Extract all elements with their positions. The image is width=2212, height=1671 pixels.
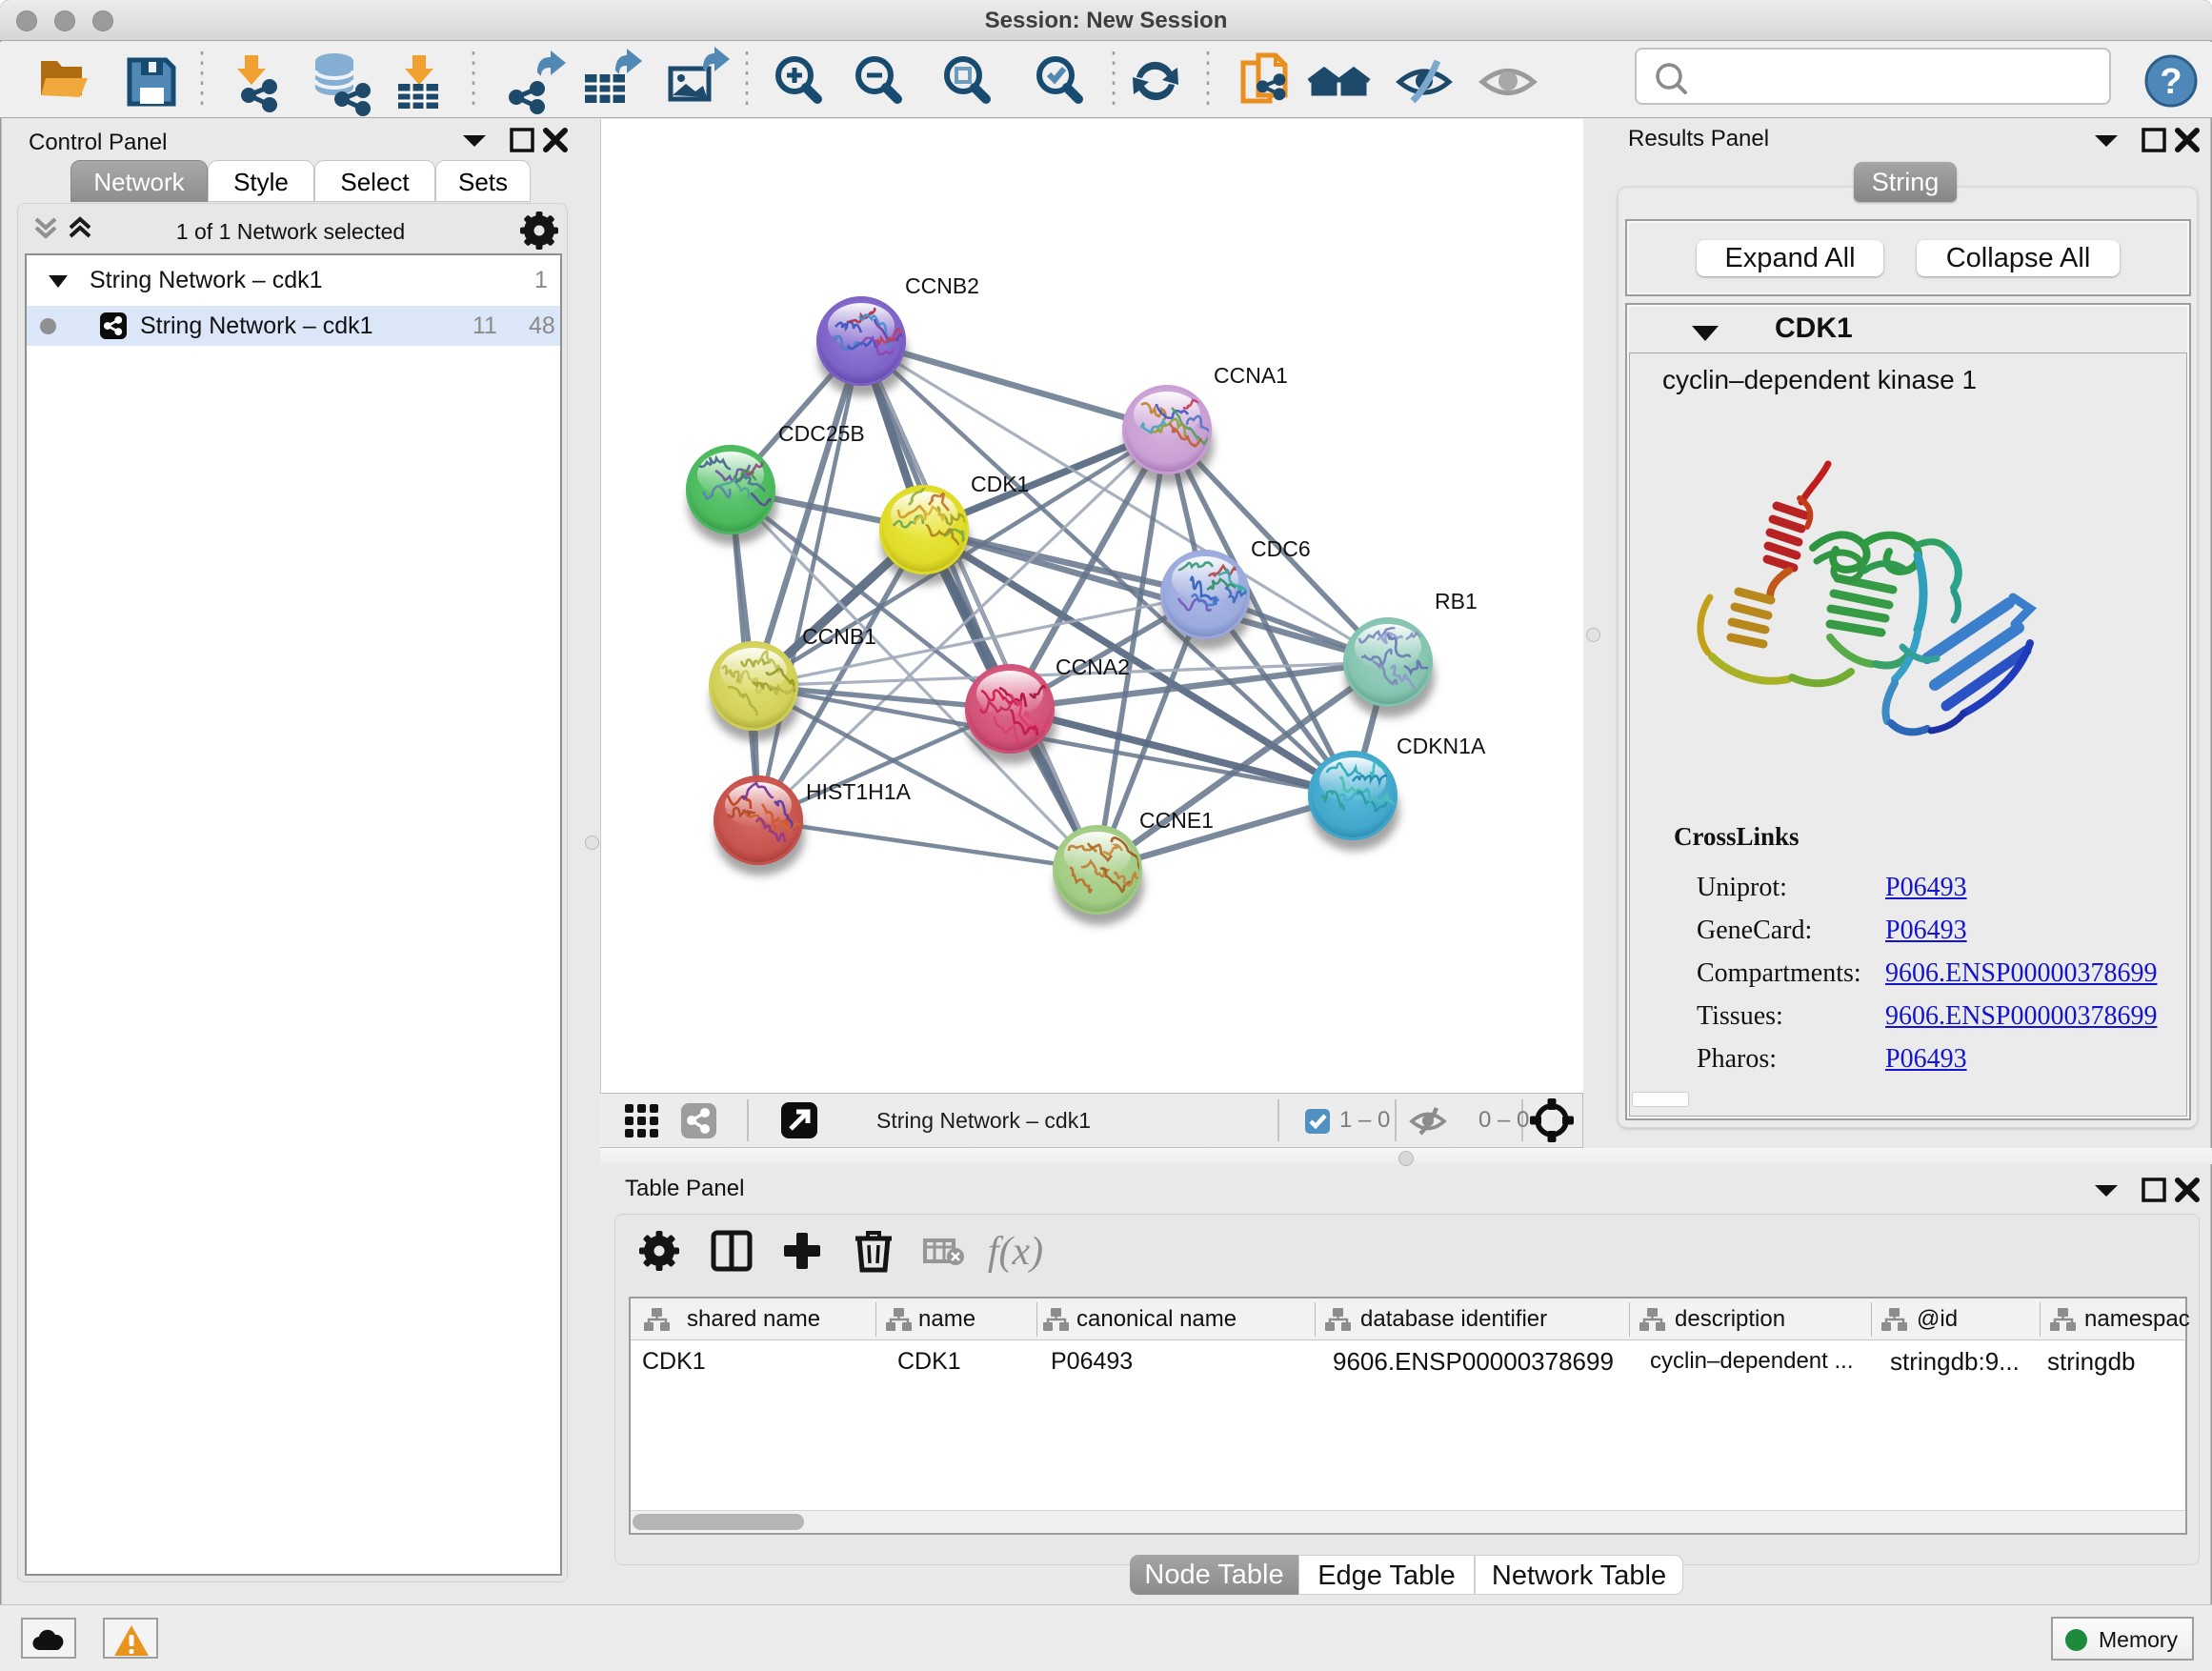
- svg-text:CCNA1: CCNA1: [1214, 363, 1288, 388]
- svg-text:f(x): f(x): [988, 1230, 1043, 1274]
- svg-text:CCNA2: CCNA2: [1056, 654, 1130, 679]
- svg-text:CDC6: CDC6: [1251, 536, 1311, 561]
- svg-text:RB1: RB1: [1435, 589, 1478, 614]
- svg-text:CDK1: CDK1: [971, 472, 1029, 496]
- svg-text:CCNB1: CCNB1: [802, 624, 876, 649]
- svg-text:CDC25B: CDC25B: [778, 421, 865, 446]
- svg-text:CCNE1: CCNE1: [1139, 808, 1214, 833]
- svg-text:CDKN1A: CDKN1A: [1397, 734, 1486, 758]
- svg-text:CCNB2: CCNB2: [905, 273, 979, 298]
- svg-text:HIST1H1A: HIST1H1A: [806, 779, 912, 804]
- svg-text:?: ?: [2160, 62, 2182, 102]
